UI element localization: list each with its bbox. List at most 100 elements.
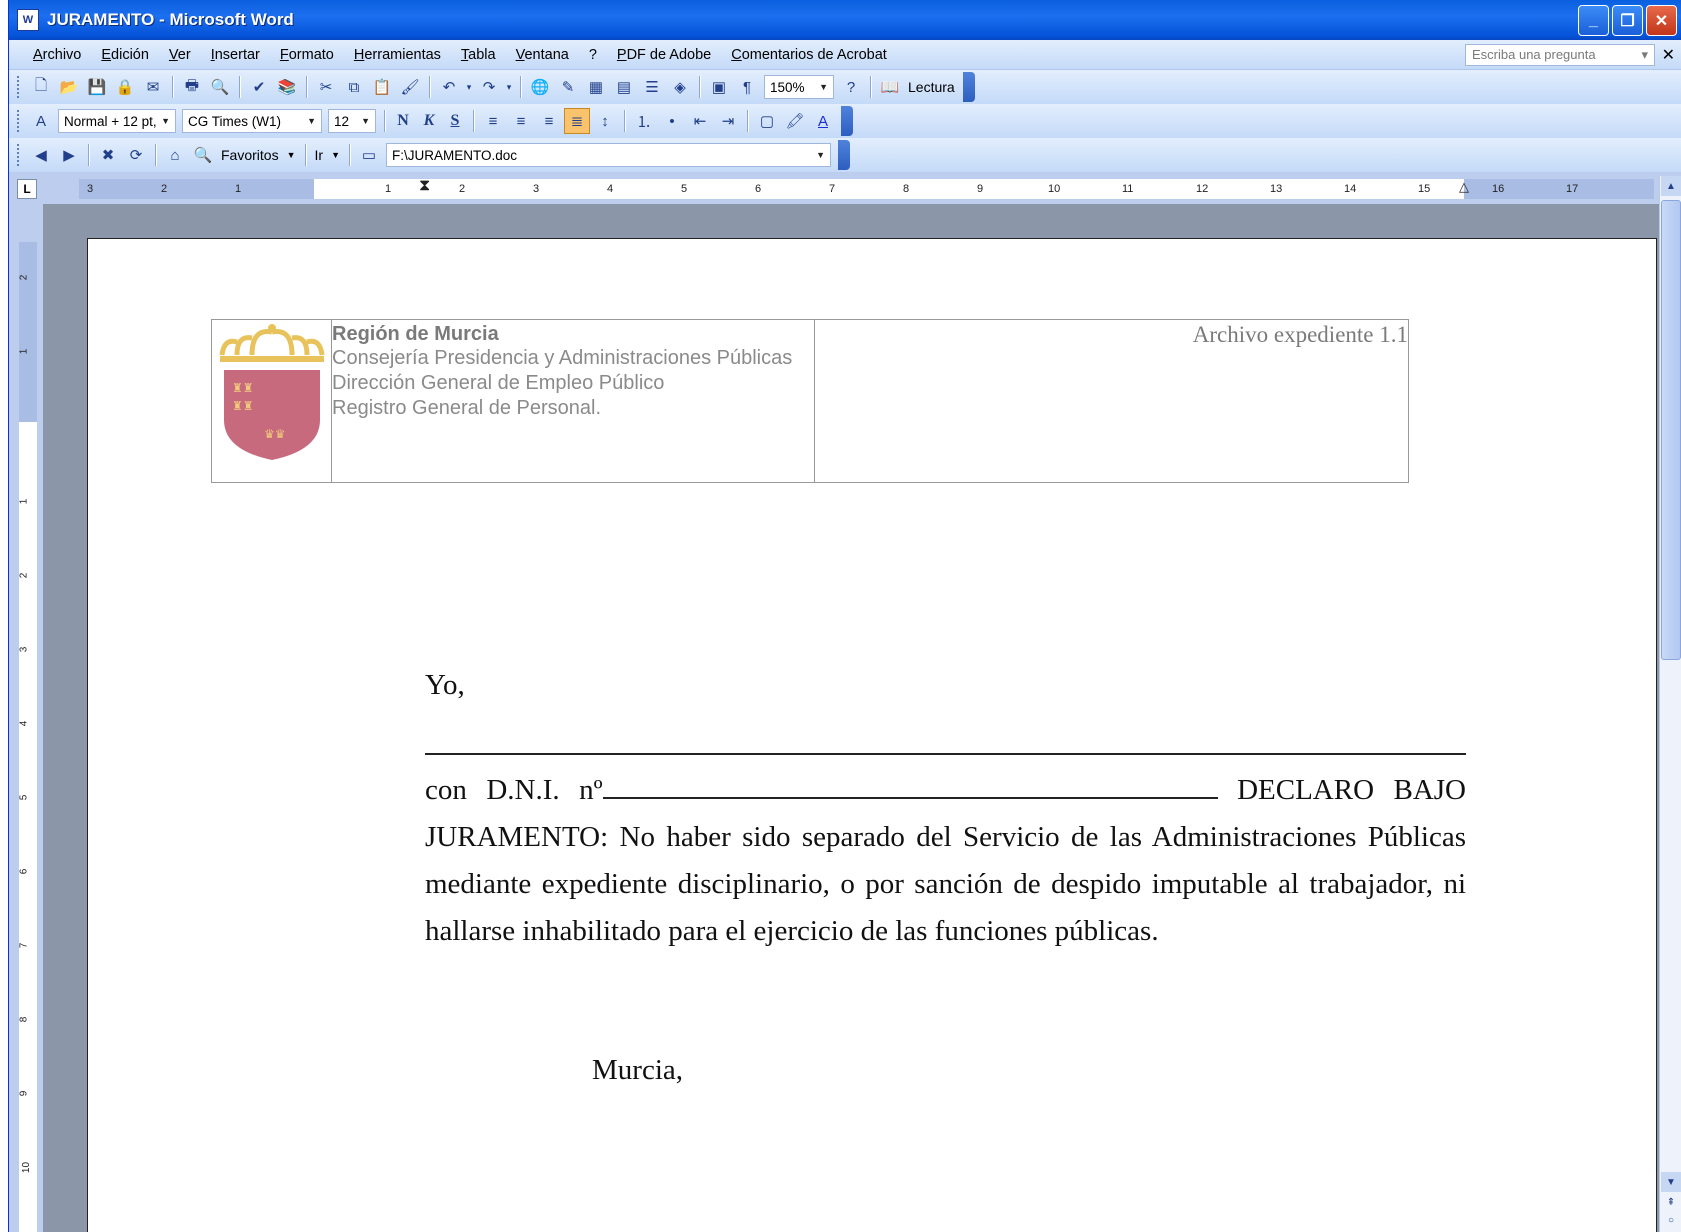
font-color-icon[interactable]: A (810, 108, 836, 134)
print-icon[interactable]: 🖶 (179, 74, 205, 100)
menu-ventana[interactable]: Ventana (516, 47, 569, 63)
minimize-button[interactable]: _ (1578, 5, 1609, 36)
zoom-select[interactable]: 150% ▼ (764, 75, 834, 99)
toolbar-grip[interactable] (17, 144, 21, 166)
close-document-icon[interactable]: ✕ (1662, 45, 1675, 65)
menu-help[interactable]: ? (589, 47, 597, 63)
reading-icon[interactable]: 📖 (877, 74, 903, 100)
copy-icon[interactable]: ⧉ (341, 74, 367, 100)
new-document-icon[interactable]: 🗋 (28, 74, 54, 100)
highlight-icon[interactable]: 🖍 (782, 108, 808, 134)
chevron-down-icon[interactable]: ▼ (307, 116, 316, 126)
undo-icon[interactable]: ↶ (436, 74, 462, 100)
toolbar-options[interactable] (962, 72, 975, 102)
chevron-down-icon[interactable]: ▼ (331, 150, 340, 160)
bold-button[interactable]: N (390, 112, 416, 130)
toolbar-grip[interactable] (17, 110, 21, 132)
scroll-down-icon[interactable]: ▼ (1661, 1172, 1681, 1192)
document-map-icon[interactable]: ▣ (706, 74, 732, 100)
style-select[interactable]: Normal + 12 pt, ▼ (58, 109, 176, 133)
research-icon[interactable]: 📚 (274, 74, 300, 100)
menu-archivo[interactable]: Archivo (33, 47, 81, 63)
back-icon[interactable]: ◀ (28, 142, 54, 168)
font-size-select[interactable]: 12 ▼ (328, 109, 376, 133)
align-center-icon[interactable]: ≡ (508, 108, 534, 134)
menu-comentarios-acrobat[interactable]: Comentarios de Acrobat (731, 47, 887, 63)
menu-insertar[interactable]: Insertar (211, 47, 260, 63)
scroll-up-icon[interactable]: ▲ (1661, 176, 1681, 196)
menu-pdf-adobe[interactable]: PDF de Adobe (617, 47, 711, 63)
chevron-down-icon[interactable]: ▼ (816, 150, 825, 160)
reading-button[interactable]: Lectura (908, 79, 955, 95)
styles-formatting-icon[interactable]: A (28, 108, 54, 134)
chevron-down-icon[interactable]: ▼ (819, 82, 828, 92)
horizontal-ruler[interactable]: 3 2 1 1 2 3 4 5 6 7 8 9 10 11 12 13 14 1… (79, 177, 1654, 199)
chevron-down-icon[interactable]: ▾ (1641, 47, 1648, 63)
cut-icon[interactable]: ✂ (313, 74, 339, 100)
chevron-down-icon[interactable]: ▾ (504, 74, 514, 100)
right-indent-marker-icon[interactable]: △ (1459, 179, 1469, 195)
format-painter-icon[interactable]: 🖌 (397, 74, 423, 100)
decrease-indent-icon[interactable]: ⇤ (687, 108, 713, 134)
justify-icon[interactable]: ≣ (564, 108, 590, 134)
menu-edicion[interactable]: Edición (101, 47, 149, 63)
permission-icon[interactable]: 🔒 (112, 74, 138, 100)
indent-marker-icon[interactable]: ⧗ (419, 177, 430, 195)
toolbar-options[interactable] (841, 106, 853, 136)
save-icon[interactable]: 💾 (84, 74, 110, 100)
show-only-web-toolbar-icon[interactable]: ▭ (356, 142, 382, 168)
previous-page-icon[interactable]: ⇞ (1661, 1194, 1681, 1210)
borders-icon[interactable]: ▢ (754, 108, 780, 134)
insert-excel-icon[interactable]: ▤ (611, 74, 637, 100)
drawing-icon[interactable]: ◈ (667, 74, 693, 100)
print-preview-icon[interactable]: 🔍 (207, 74, 233, 100)
document-page[interactable]: ♜♜ ♜♜ ♛♛ Región de Murcia Consejería Pre… (87, 238, 1657, 1232)
help-search-input[interactable]: Escriba una pregunta ▾ (1465, 44, 1655, 66)
search-web-icon[interactable]: 🔍 (190, 142, 216, 168)
align-left-icon[interactable]: ≡ (480, 108, 506, 134)
chevron-down-icon[interactable]: ▼ (361, 116, 370, 126)
refresh-icon[interactable]: ⟳ (123, 142, 149, 168)
chevron-down-icon[interactable]: ▾ (464, 74, 474, 100)
toolbar-grip[interactable] (17, 76, 21, 98)
underline-button[interactable]: S (442, 112, 468, 130)
font-select[interactable]: CG Times (W1) ▼ (182, 109, 322, 133)
home-icon[interactable]: ⌂ (162, 142, 188, 168)
menu-formato[interactable]: Formato (280, 47, 334, 63)
redo-icon[interactable]: ↷ (476, 74, 502, 100)
bullets-icon[interactable]: • (659, 108, 685, 134)
align-right-icon[interactable]: ≡ (536, 108, 562, 134)
numbering-icon[interactable]: ⒈ (631, 108, 657, 134)
email-icon[interactable]: ✉ (140, 74, 166, 100)
spelling-icon[interactable]: ✔ (246, 74, 272, 100)
toolbar-options[interactable] (837, 140, 850, 170)
paste-icon[interactable]: 📋 (369, 74, 395, 100)
increase-indent-icon[interactable]: ⇥ (715, 108, 741, 134)
insert-table-icon[interactable]: ▦ (583, 74, 609, 100)
stop-icon[interactable]: ✖ (95, 142, 121, 168)
menu-ver[interactable]: Ver (169, 47, 191, 63)
menu-tabla[interactable]: Tabla (461, 47, 496, 63)
columns-icon[interactable]: ☰ (639, 74, 665, 100)
address-input[interactable]: F:\JURAMENTO.doc ▼ (385, 143, 831, 167)
select-browse-object-icon[interactable]: ○ (1661, 1212, 1681, 1228)
vertical-ruler[interactable]: 2 1 1 2 3 4 5 6 7 8 9 10 (18, 242, 37, 1232)
menu-herramientas[interactable]: Herramientas (354, 47, 441, 63)
open-folder-icon[interactable]: 📂 (56, 74, 82, 100)
favorites-button[interactable]: Favoritos (221, 147, 279, 163)
restore-button[interactable]: ❐ (1612, 5, 1643, 36)
title-bar[interactable]: W JURAMENTO - Microsoft Word _ ❐ ✕ (9, 0, 1681, 40)
go-button[interactable]: Ir (315, 147, 324, 163)
hyperlink-icon[interactable]: 🌐 (527, 74, 553, 100)
help-icon[interactable]: ? (838, 74, 864, 100)
scroll-thumb[interactable] (1661, 200, 1681, 660)
line-spacing-icon[interactable]: ↕ (592, 108, 618, 134)
chevron-down-icon[interactable]: ▼ (287, 150, 296, 160)
tables-borders-icon[interactable]: ✎ (555, 74, 581, 100)
vertical-scrollbar[interactable]: ▲ ▼ ⇞ ○ (1659, 176, 1681, 1232)
chevron-down-icon[interactable]: ▼ (161, 116, 170, 126)
show-formatting-icon[interactable]: ¶ (734, 74, 760, 100)
word-doc-icon[interactable]: W (17, 9, 39, 31)
close-button[interactable]: ✕ (1646, 5, 1677, 36)
italic-button[interactable]: K (416, 112, 442, 130)
